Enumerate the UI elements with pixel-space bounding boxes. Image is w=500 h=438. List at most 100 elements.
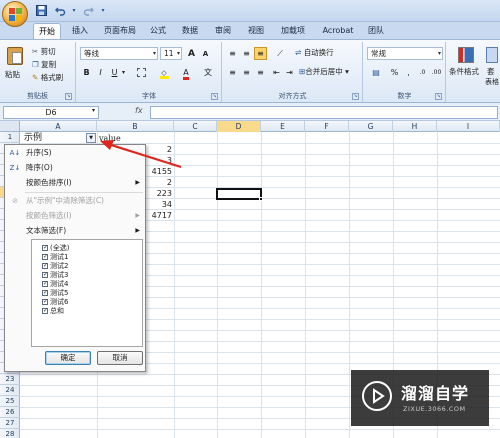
align-middle-button[interactable]: ≡ — [240, 47, 253, 60]
tab-insert[interactable]: 插入 — [68, 23, 92, 39]
tab-acrobat[interactable]: Acrobat — [318, 23, 358, 39]
bold-button[interactable]: B — [80, 66, 93, 79]
alignment-launcher-icon[interactable]: ↘ — [352, 93, 359, 100]
customize-qat-icon[interactable]: ▾ — [99, 3, 107, 18]
fill-handle[interactable] — [259, 197, 263, 201]
orientation-button[interactable]: ⟋ — [270, 47, 290, 60]
clipboard-launcher-icon[interactable]: ↘ — [65, 93, 72, 100]
format-as-table-button[interactable]: 套 表格 — [485, 45, 499, 86]
grow-font-button[interactable]: A — [185, 47, 198, 60]
conditional-format-button[interactable]: 条件格式 — [449, 45, 483, 85]
wrap-text-icon: ⇌ — [295, 48, 302, 57]
tab-view[interactable]: 视图 — [244, 23, 268, 39]
name-box[interactable]: D6 — [3, 106, 99, 119]
row-header[interactable]: 26 — [0, 407, 20, 418]
cut-button[interactable]: ✂ 剪切 — [32, 46, 56, 59]
font-size-select[interactable]: 11 ▾ — [160, 47, 182, 60]
select-all-corner[interactable] — [0, 121, 20, 132]
name-box-dropdown-icon[interactable]: ▾ — [92, 107, 95, 114]
number-format-select[interactable]: 常规 ▾ — [367, 47, 443, 60]
sort-by-color-item[interactable]: 按颜色排序(I) ▶ — [6, 176, 144, 190]
filter-value-list[interactable]: ✓ (全选) ✓ 测试1 ✓ 测试2 ✓ 测试3 ✓ 测试4 ✓ 测试5 ✓ 测试6 ✓ 总和 — [31, 239, 143, 347]
alignment-group: ≡ ≡ ≡ ⟋ ⇌ 自动换行 ≡ ≡ ≡ ⇤ ⇥ ⊞合并后居中 ▾ 对齐方式 ↘ — [223, 42, 363, 102]
decrease-indent-button[interactable]: ⇤ — [270, 66, 283, 79]
column-header-h[interactable]: H — [393, 121, 437, 132]
underline-dropdown-icon[interactable]: ▾ — [120, 66, 127, 79]
shrink-font-button[interactable]: A — [199, 47, 212, 60]
row-header[interactable]: 1 — [0, 132, 20, 143]
wrap-text-label: 自动换行 — [303, 48, 334, 57]
increase-indent-button[interactable]: ⇥ — [283, 66, 296, 79]
align-top-button[interactable]: ≡ — [226, 47, 239, 60]
row-header[interactable]: 24 — [0, 385, 20, 396]
sort-ascending-item[interactable]: A↓ 升序(S) — [6, 146, 144, 160]
phonetic-button[interactable]: 文 — [199, 66, 217, 79]
wrap-text-button[interactable]: ⇌ 自动换行 — [295, 47, 334, 60]
filter-by-color-item[interactable]: 按颜色筛选(I) ▶ — [6, 209, 144, 223]
tab-addins[interactable]: 加载项 — [276, 23, 310, 39]
tab-data[interactable]: 数据 — [178, 23, 202, 39]
row-header[interactable]: 25 — [0, 396, 20, 407]
align-bottom-button[interactable]: ≡ — [254, 47, 267, 60]
column-gridline — [305, 132, 306, 438]
undo-dropdown-icon[interactable]: ▾ — [71, 3, 77, 18]
copy-label: 复制 — [41, 60, 57, 69]
column-header-a[interactable]: A — [20, 121, 97, 132]
align-center-button[interactable]: ≡ — [240, 66, 253, 79]
paste-button[interactable]: 粘贴 — [5, 45, 25, 85]
align-right-button[interactable]: ≡ — [254, 66, 267, 79]
active-cell-d6[interactable] — [216, 188, 262, 200]
text-filter-item[interactable]: 文本筛选(F) ▶ — [6, 224, 144, 238]
column-header-i[interactable]: I — [437, 121, 500, 132]
column-header-c[interactable]: C — [174, 121, 217, 132]
submenu-arrow-icon: ▶ — [135, 179, 140, 186]
merge-center-button[interactable]: ⊞合并后居中 ▾ — [299, 66, 349, 79]
column-header-f[interactable]: F — [305, 121, 349, 132]
fill-color-button[interactable]: ◇ — [154, 66, 174, 79]
undo-icon[interactable] — [52, 3, 68, 18]
decrease-decimal-button[interactable]: .00 — [430, 66, 443, 79]
number-group: 常规 ▾ ▤ % , .0 .00 数字 ↘ — [364, 42, 446, 102]
column-header-d[interactable]: D — [217, 121, 261, 132]
paste-icon — [7, 47, 23, 65]
increase-decimal-button[interactable]: .0 — [416, 66, 429, 79]
column-header-b[interactable]: B — [97, 121, 174, 132]
font-color-button[interactable]: A — [176, 66, 196, 80]
cell-a1[interactable]: 示例 — [24, 133, 42, 144]
office-button[interactable] — [2, 1, 28, 27]
clear-filter-item[interactable]: ⊘ 从"示例"中清除筛选(C) — [6, 194, 144, 208]
copy-button[interactable]: ❐ 复制 — [32, 59, 56, 72]
filter-item-label: (全选) — [50, 244, 70, 252]
tab-home[interactable]: 开始 — [33, 23, 61, 39]
borders-button[interactable] — [131, 66, 151, 79]
tab-page-layout[interactable]: 页面布局 — [100, 23, 140, 39]
cell-b1[interactable]: value — [99, 133, 121, 144]
fx-icon[interactable]: fx — [135, 106, 143, 115]
resize-grip-icon[interactable]: ⋰ — [137, 363, 144, 370]
column-header-e[interactable]: E — [261, 121, 305, 132]
tab-team[interactable]: 团队 — [364, 23, 388, 39]
row-header[interactable]: 28 — [0, 429, 20, 438]
row-header[interactable]: 27 — [0, 418, 20, 429]
column-header-g[interactable]: G — [349, 121, 393, 132]
percent-button[interactable]: % — [388, 66, 401, 79]
currency-button[interactable]: ▤ — [367, 66, 385, 79]
sort-descending-item[interactable]: Z↓ 降序(O) — [6, 161, 144, 175]
filter-item-label: 测试5 — [50, 289, 69, 297]
font-launcher-icon[interactable]: ↘ — [211, 93, 218, 100]
save-icon[interactable] — [33, 3, 49, 18]
ok-button[interactable]: 确定 — [45, 351, 91, 365]
format-painter-button[interactable]: ✎ 格式刷 — [32, 72, 63, 85]
formula-input[interactable] — [150, 106, 498, 119]
number-launcher-icon[interactable]: ↘ — [435, 93, 442, 100]
tab-formulas[interactable]: 公式 — [146, 23, 170, 39]
filter-dropdown-button[interactable]: ▼ — [86, 133, 96, 143]
redo-icon[interactable] — [80, 3, 96, 18]
comma-button[interactable]: , — [402, 66, 415, 79]
tab-review[interactable]: 审阅 — [211, 23, 235, 39]
font-name-select[interactable]: 等线 ▾ — [80, 47, 158, 60]
align-left-button[interactable]: ≡ — [226, 66, 239, 79]
row-header[interactable]: 23 — [0, 374, 20, 385]
italic-button[interactable]: I — [94, 66, 107, 79]
clear-filter-label: 从"示例"中清除筛选(C) — [26, 196, 104, 205]
